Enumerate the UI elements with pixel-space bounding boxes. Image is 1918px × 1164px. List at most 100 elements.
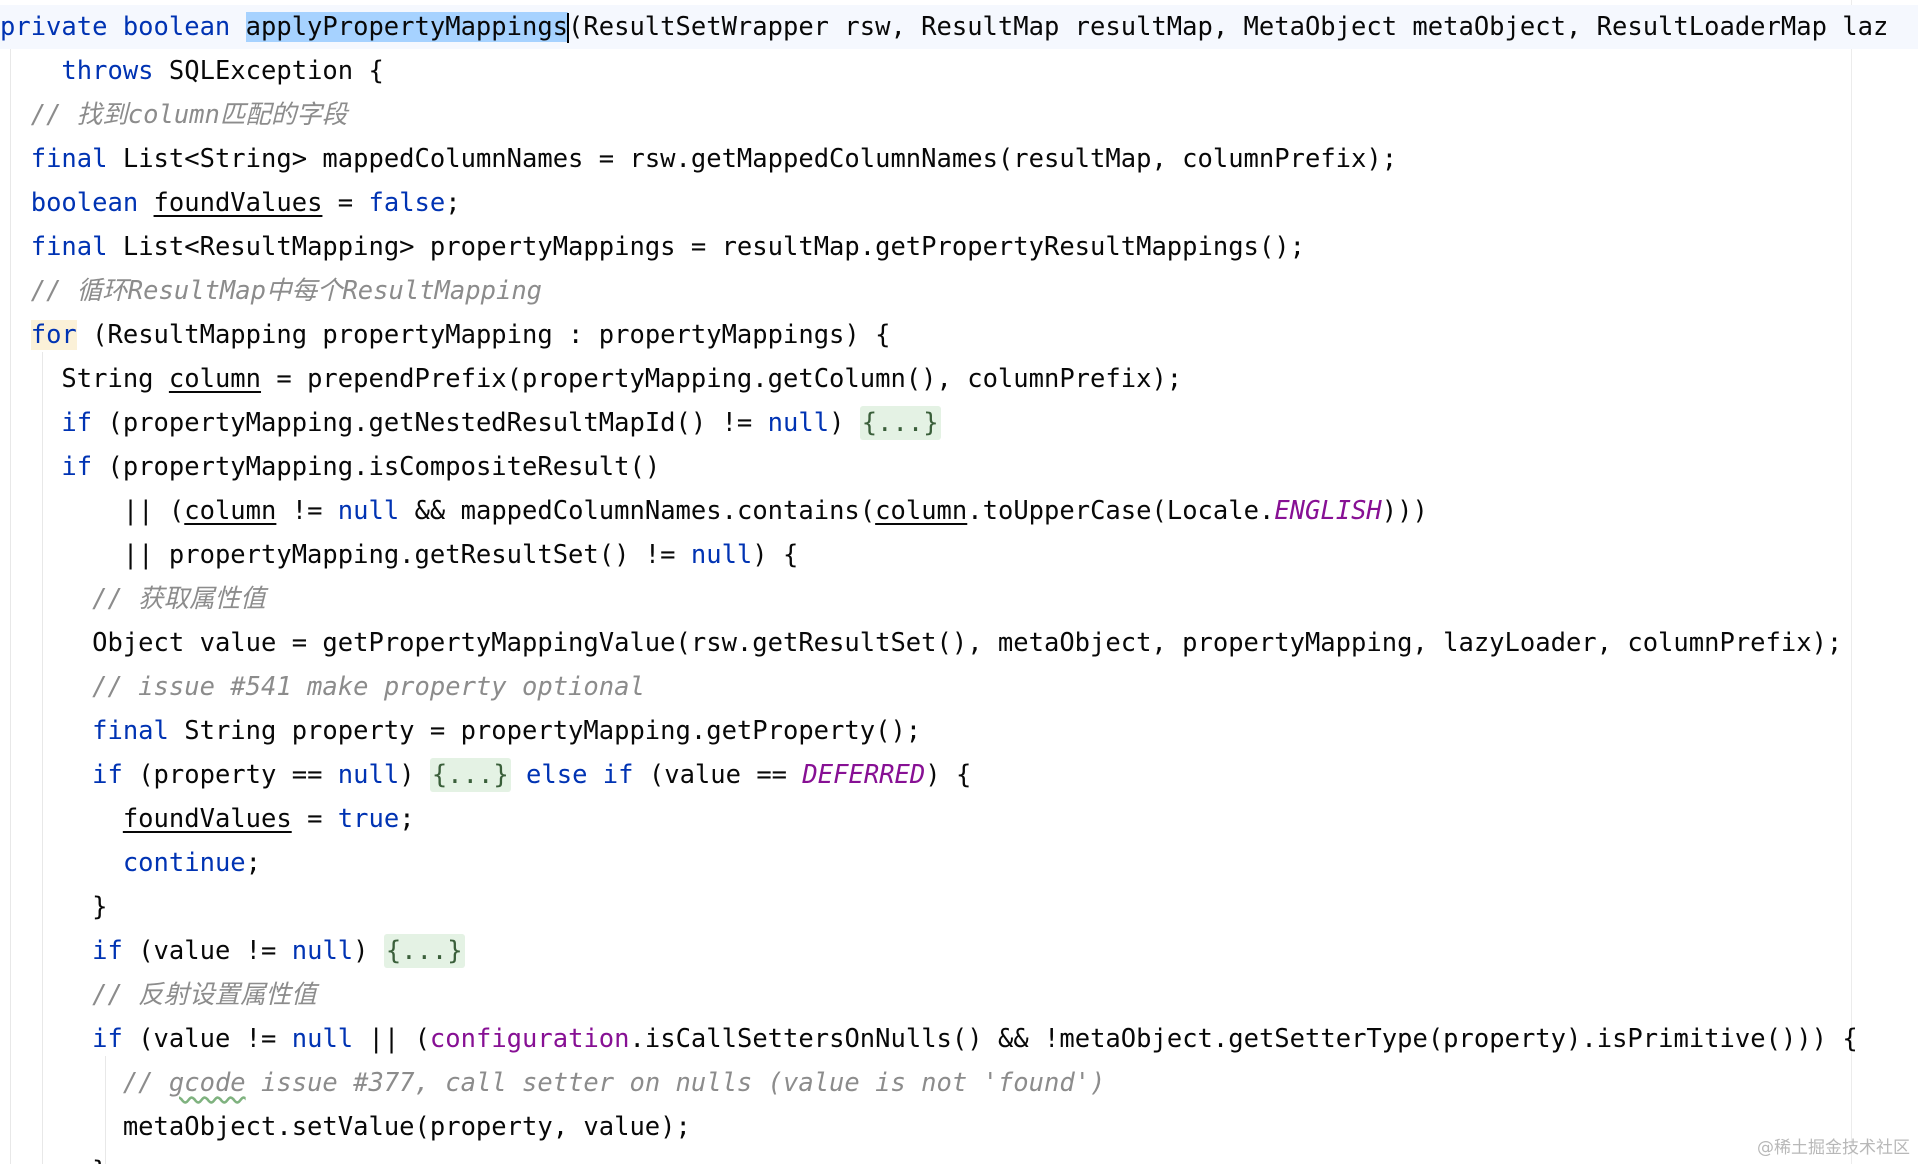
code-line-4[interactable]: final List<String> mappedColumnNames = r… (0, 137, 1918, 181)
code-text: ) { (925, 760, 972, 790)
code-line-3[interactable]: // 找到column匹配的字段 (0, 93, 1918, 137)
code-line-7[interactable]: // 循环ResultMap中每个ResultMapping (0, 269, 1918, 313)
comment: // 循环ResultMap中每个ResultMapping (30, 276, 543, 306)
keyword: if (61, 408, 93, 438)
code-line-24[interactable]: if (value != null || (configuration.isCa… (0, 1017, 1918, 1061)
keyword: null (337, 496, 400, 526)
code-line-19[interactable]: foundValues = true; (0, 797, 1918, 841)
variable: column (875, 496, 968, 526)
keyword: if (92, 936, 123, 966)
variable: column (168, 364, 262, 394)
code-text: = (291, 804, 338, 834)
comment: issue #377, call setter on nulls (value … (245, 1068, 1106, 1098)
code-line-12[interactable]: || (column != null && mappedColumnNames.… (0, 489, 1918, 533)
code-line-9[interactable]: String column = prependPrefix(propertyMa… (0, 357, 1918, 401)
keyword: false (368, 188, 446, 218)
code-text: List<String> mappedColumnNames = rsw.get… (107, 144, 1398, 174)
folded-code-block[interactable]: {...} (859, 406, 941, 440)
code-line-23[interactable]: // 反射设置属性值 (0, 973, 1918, 1017)
code-line-14[interactable]: // 获取属性值 (0, 577, 1918, 621)
folded-code-block[interactable]: {...} (429, 758, 511, 792)
selected-method-name[interactable]: applyPropertyMappings (245, 12, 569, 42)
code-text: (propertyMapping.isCompositeResult() (92, 452, 661, 482)
comment: // 获取属性值 (92, 584, 266, 614)
field-reference: configuration (429, 1024, 630, 1054)
code-line-13[interactable]: || propertyMapping.getResultSet() != nul… (0, 533, 1918, 577)
keyword: final (30, 144, 108, 174)
code-line-8[interactable]: for (ResultMapping propertyMapping : pro… (0, 313, 1918, 357)
code-text: Object value = getPropertyMappingValue(r… (92, 628, 1843, 658)
code-line-15[interactable]: Object value = getPropertyMappingValue(r… (0, 621, 1918, 665)
code-line-20[interactable]: continue; (0, 841, 1918, 885)
keyword: null (767, 408, 830, 438)
code-line-21[interactable]: } (0, 885, 1918, 929)
code-line-18[interactable]: if (property == null) {...} else if (val… (0, 753, 1918, 797)
keyword: null (690, 540, 753, 570)
code-text: = (322, 188, 369, 218)
code-text: ; (245, 848, 262, 878)
code-line-2[interactable]: throws SQLException { (0, 49, 1918, 93)
static-constant: ENGLISH (1274, 496, 1382, 526)
code-text: ) (399, 760, 430, 790)
code-text: (propertyMapping.getNestedResultMapId() … (92, 408, 768, 438)
code-text: ; (399, 804, 415, 834)
keyword: null (291, 1024, 354, 1054)
code-line-10[interactable]: if (propertyMapping.getNestedResultMapId… (0, 401, 1918, 445)
code-text: } (92, 892, 108, 922)
code-text: String property = propertyMapping.getPro… (168, 716, 922, 746)
variable: column (184, 496, 277, 526)
code-text: ; (445, 188, 461, 218)
code-text: SQLException { (153, 56, 384, 86)
code-line-27[interactable]: } (0, 1149, 1918, 1164)
static-constant: DEFERRED (802, 760, 926, 790)
keyword: null (337, 760, 400, 790)
code-line-17[interactable]: final String property = propertyMapping.… (0, 709, 1918, 753)
code-text: || propertyMapping.getResultSet() != (122, 540, 691, 570)
comment: // 反射设置属性值 (92, 980, 317, 1010)
comment: // (122, 1068, 169, 1098)
code-text: (ResultSetWrapper rsw, ResultMap resultM… (568, 12, 1889, 42)
code-line-1[interactable]: private boolean applyPropertyMappings(Re… (0, 5, 1918, 49)
keyword: boolean (30, 188, 139, 218)
code-text: List<ResultMapping> propertyMappings = r… (107, 232, 1305, 262)
code-text: ) (353, 936, 384, 966)
code-line-6[interactable]: final List<ResultMapping> propertyMappin… (0, 225, 1918, 269)
comment: // 找到column匹配的字段 (30, 100, 348, 130)
folded-code-block[interactable]: {...} (383, 934, 465, 968)
code-text: ) (829, 408, 860, 438)
code-line-11[interactable]: if (propertyMapping.isCompositeResult() (0, 445, 1918, 489)
comment: // issue #541 make property optional (92, 672, 645, 702)
keyword: true (337, 804, 400, 834)
code-text: .toUpperCase(Locale. (967, 496, 1275, 526)
watermark: @稀土掘金技术社区 (1757, 1138, 1910, 1158)
code-line-22[interactable]: if (value != null) {...} (0, 929, 1918, 973)
code-line-5[interactable]: boolean foundValues = false; (0, 181, 1918, 225)
code-text: || ( (122, 496, 185, 526)
code-editor[interactable]: private boolean applyPropertyMappings(Re… (0, 0, 1918, 1164)
keyword: final (30, 232, 108, 262)
code-line-25[interactable]: // gcode issue #377, call setter on null… (0, 1061, 1918, 1105)
spellcheck-word[interactable]: gcode (169, 1068, 246, 1098)
code-text: .isCallSettersOnNulls() && !metaObject.g… (629, 1024, 1858, 1054)
code-text: && mappedColumnNames.contains( (399, 496, 876, 526)
code-line-26[interactable]: metaObject.setValue(property, value); (0, 1105, 1918, 1149)
code-line-16[interactable]: // issue #541 make property optional (0, 665, 1918, 709)
keyword: if (92, 1024, 123, 1054)
